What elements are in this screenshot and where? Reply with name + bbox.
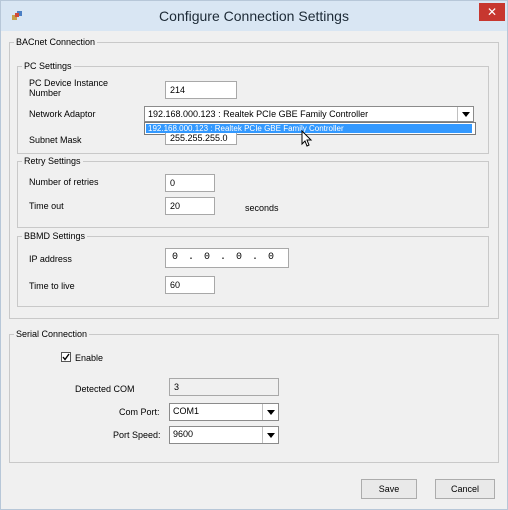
bbmd-settings-group: BBMD Settings [17,231,489,307]
port-speed-label: Port Speed: [113,430,161,440]
timeout-input[interactable]: 20 [165,197,215,215]
subnet-mask-input[interactable]: 255.255.255.0 [165,133,237,145]
device-instance-label: PC Device Instance Number [29,78,109,98]
enable-label: Enable [75,353,104,363]
network-adaptor-label: Network Adaptor [29,109,96,119]
com-port-value: COM1 [173,406,200,416]
retries-label: Number of retries [29,177,99,187]
close-icon[interactable]: ✕ [479,3,505,21]
retry-settings-legend: Retry Settings [24,156,81,166]
retry-settings-group: Retry Settings [17,156,489,228]
bacnet-connection-legend: BACnet Connection [16,37,96,47]
ttl-input[interactable]: 60 [165,276,215,294]
subnet-mask-label: Subnet Mask [29,135,82,145]
com-port-label: Com Port: [119,407,160,417]
title-bar[interactable]: Configure Connection Settings ✕ [1,1,507,31]
detected-com-input: 3 [169,378,279,396]
port-speed-value: 9600 [173,429,194,439]
network-adaptor-value: 192.168.000.123 : Realtek PCIe GBE Famil… [148,109,369,119]
window-title: Configure Connection Settings [159,8,349,24]
network-adaptor-select[interactable]: 192.168.000.123 : Realtek PCIe GBE Famil… [144,106,474,122]
bbmd-settings-legend: BBMD Settings [24,231,86,241]
checkmark-icon [62,353,70,361]
ip-address-input[interactable]: 0 . 0 . 0 . 0 [165,248,289,268]
device-instance-input[interactable]: 214 [165,81,237,99]
com-port-select[interactable]: COM1 [169,403,279,421]
chevron-down-icon[interactable] [457,107,473,121]
timeout-unit-label: seconds [245,203,279,213]
mouse-pointer-icon [301,130,313,147]
ttl-label: Time to live [29,281,75,291]
ip-address-label: IP address [29,254,72,264]
retries-input[interactable]: 0 [165,174,215,192]
chevron-down-icon[interactable] [262,427,278,443]
chevron-down-icon[interactable] [262,404,278,420]
save-button[interactable]: Save [361,479,417,499]
port-speed-select[interactable]: 9600 [169,426,279,444]
detected-com-label: Detected COM [75,384,135,394]
dialog-window: Configure Connection Settings ✕ BACnet C… [0,0,508,510]
enable-checkbox[interactable] [61,352,71,362]
serial-connection-legend: Serial Connection [16,329,88,339]
pc-settings-legend: PC Settings [24,61,72,71]
cancel-button[interactable]: Cancel [435,479,495,499]
timeout-label: Time out [29,201,64,211]
dialog-body: BACnet Connection PC Settings PC Device … [9,31,499,507]
